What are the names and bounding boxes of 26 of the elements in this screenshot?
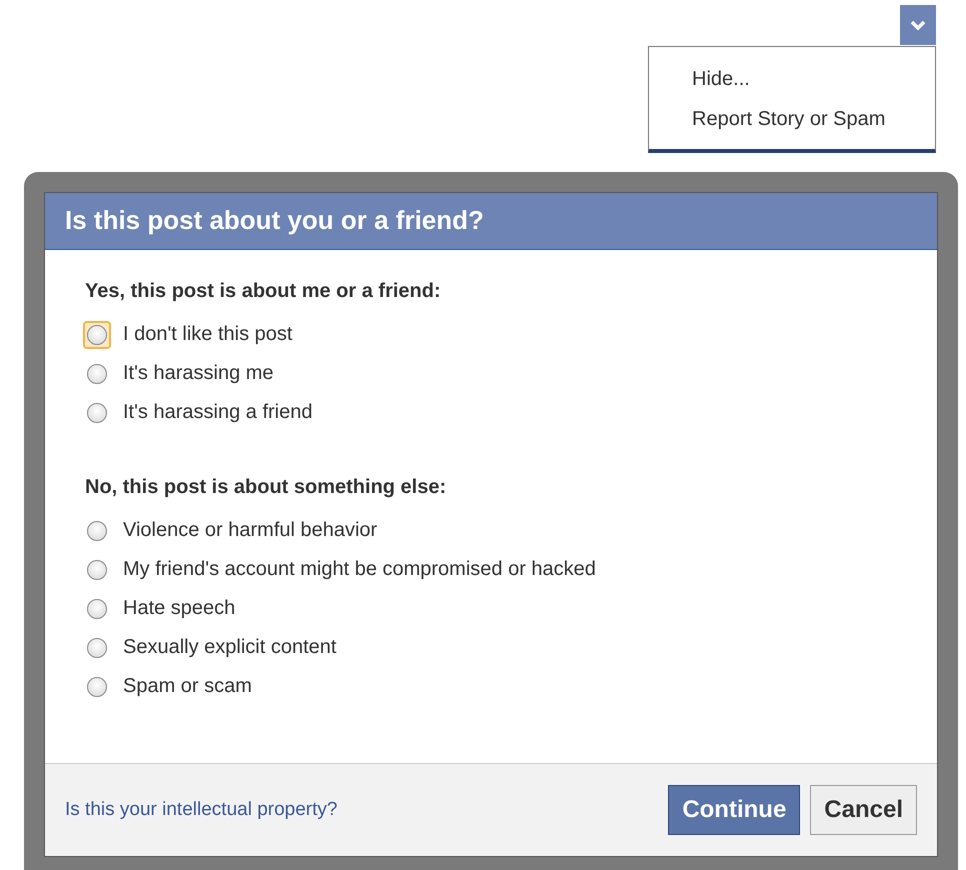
cancel-button[interactable]: Cancel [810, 785, 917, 835]
radio-button[interactable] [87, 676, 107, 696]
radio-button[interactable] [87, 638, 107, 658]
radio-button[interactable] [87, 560, 107, 580]
option-label[interactable]: Spam or scam [123, 675, 252, 698]
option-label[interactable]: My friend's account might be compromised or hacked [123, 558, 596, 581]
section-heading: No, this post is about something else: [85, 476, 448, 499]
menu-item[interactable]: Hide... [649, 59, 935, 99]
radio-button[interactable] [87, 598, 107, 618]
intellectual-property-link[interactable]: Is this your intellectual property? [65, 799, 658, 821]
dialog-title: Is this post about you or a friend? [45, 193, 937, 250]
option-label[interactable]: It's harassing me [123, 362, 274, 385]
chevron-down-icon [910, 19, 926, 31]
option-label[interactable]: It's harassing a friend [123, 401, 312, 424]
section-heading: Yes, this post is about me or a friend: [85, 280, 442, 303]
option-label[interactable]: Sexually explicit content [123, 636, 336, 659]
radio-button[interactable] [87, 324, 107, 344]
option-label[interactable]: Hate speech [123, 597, 236, 620]
radio-button[interactable] [87, 520, 107, 540]
radio-button[interactable] [87, 402, 107, 422]
continue-button[interactable]: Continue [668, 785, 800, 835]
dropdown-button[interactable] [900, 5, 936, 45]
option-label[interactable]: I don't like this post [123, 323, 292, 346]
menu-item[interactable]: Report Story or Spam [649, 99, 935, 139]
radio-button[interactable] [87, 364, 107, 384]
option-label[interactable]: Violence or harmful behavior [123, 519, 378, 542]
